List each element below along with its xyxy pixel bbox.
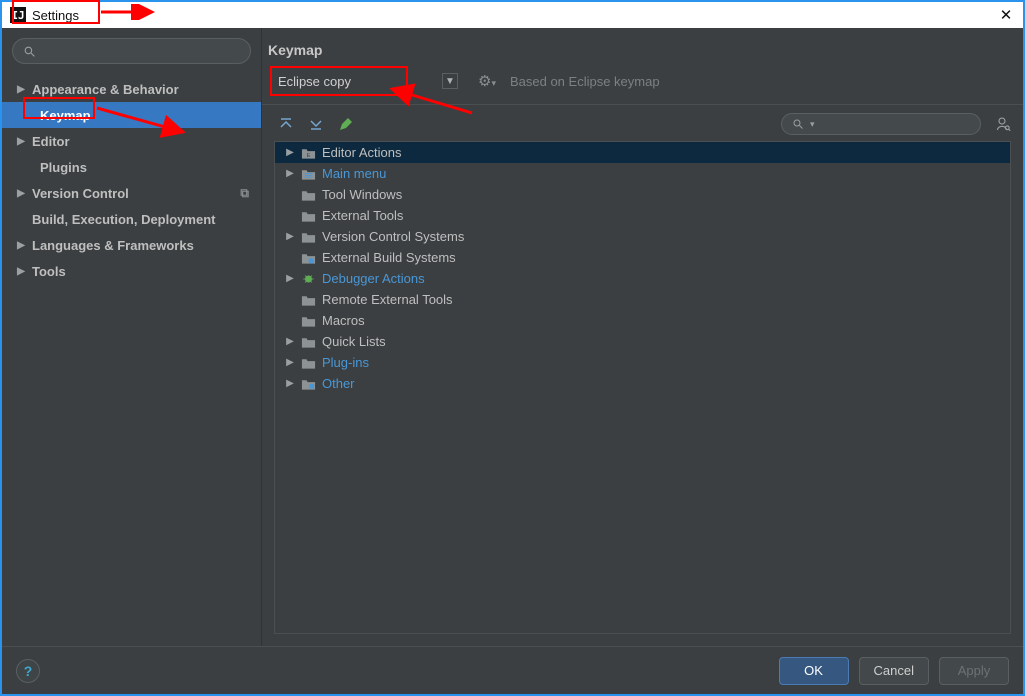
folder-icon: [301, 230, 316, 244]
collapse-all-icon[interactable]: [308, 116, 324, 132]
sidebar-item-tools[interactable]: ▶ Tools: [2, 258, 261, 284]
folder-cog-icon: [301, 251, 316, 265]
folder-icon: [301, 293, 316, 307]
folder-icon: [301, 335, 316, 349]
app-icon: IJ: [10, 7, 26, 23]
sidebar-item-languages-frameworks[interactable]: ▶ Languages & Frameworks: [2, 232, 261, 258]
edit-icon[interactable]: [338, 116, 354, 132]
chevron-right-icon: ▶: [285, 273, 295, 284]
folder-icon: [301, 188, 316, 202]
tree-row-version-control-systems[interactable]: ▶ Version Control Systems: [275, 226, 1010, 247]
action-search-input[interactable]: ▾: [781, 113, 981, 135]
sidebar-item-version-control[interactable]: ▶ Version Control ⧉: [2, 180, 261, 206]
tree-row-macros[interactable]: Macros: [275, 310, 1010, 331]
folder-menu-icon: [301, 167, 316, 181]
ok-button[interactable]: OK: [779, 657, 849, 685]
chevron-right-icon: ▶: [285, 168, 295, 179]
tree-row-quick-lists[interactable]: ▶ Quick Lists: [275, 331, 1010, 352]
sidebar-search-input[interactable]: [12, 38, 251, 64]
sidebar-item-label: Appearance & Behavior: [32, 82, 179, 97]
chevron-right-icon: ▶: [16, 240, 26, 251]
keymap-scheme-value: Eclipse copy: [278, 74, 351, 89]
search-icon: [23, 45, 36, 58]
help-button[interactable]: ?: [16, 659, 40, 683]
sidebar-item-keymap[interactable]: Keymap: [2, 102, 261, 128]
chevron-down-icon: ▼: [442, 73, 458, 89]
sidebar-item-label: Editor: [32, 134, 70, 149]
folder-icon: [301, 356, 316, 370]
tree-row-label: Plug-ins: [322, 355, 369, 370]
window-title: Settings: [32, 8, 79, 23]
sidebar-item-build-execution-deployment[interactable]: Build, Execution, Deployment: [2, 206, 261, 232]
chevron-right-icon: ▶: [16, 188, 26, 199]
tree-row-label: Tool Windows: [322, 187, 402, 202]
tree-row-editor-actions[interactable]: ▶ E Editor Actions: [275, 142, 1010, 163]
actions-tree[interactable]: ▶ E Editor Actions ▶ Main menu Tool Windows Ex…: [274, 141, 1011, 634]
page-title: Keymap: [262, 28, 1023, 62]
settings-sidebar: ▶ Appearance & Behavior Keymap ▶ Editor Plugi…: [2, 28, 262, 646]
tree-row-label: Remote External Tools: [322, 292, 453, 307]
tree-row-label: Macros: [322, 313, 365, 328]
keymap-scheme-combobox[interactable]: Eclipse copy ▼: [268, 68, 464, 94]
chevron-right-icon: ▶: [285, 378, 295, 389]
sidebar-item-label: Languages & Frameworks: [32, 238, 194, 253]
folder-icon: [301, 209, 316, 223]
chevron-right-icon: ▶: [16, 84, 26, 95]
sidebar-item-label: Build, Execution, Deployment: [32, 212, 215, 227]
project-icon: ⧉: [240, 186, 249, 201]
apply-button[interactable]: Apply: [939, 657, 1009, 685]
chevron-right-icon: ▶: [16, 266, 26, 277]
tree-row-label: Version Control Systems: [322, 229, 464, 244]
tree-row-label: Main menu: [322, 166, 386, 181]
tree-row-external-tools[interactable]: External Tools: [275, 205, 1010, 226]
sidebar-item-appearance-behavior[interactable]: ▶ Appearance & Behavior: [2, 76, 261, 102]
chevron-right-icon: ▶: [285, 231, 295, 242]
tree-row-external-build-systems[interactable]: External Build Systems: [275, 247, 1010, 268]
sidebar-item-plugins[interactable]: Plugins: [2, 154, 261, 180]
based-on-label: Based on Eclipse keymap: [510, 74, 660, 89]
bug-icon: [301, 272, 316, 286]
tree-row-label: External Tools: [322, 208, 403, 223]
folder-code-icon: E: [301, 146, 316, 160]
folder-other-icon: [301, 377, 316, 391]
chevron-right-icon: ▶: [285, 357, 295, 368]
tree-row-remote-external-tools[interactable]: Remote External Tools: [275, 289, 1010, 310]
sidebar-item-editor[interactable]: ▶ Editor: [2, 128, 261, 154]
tree-row-label: Quick Lists: [322, 334, 386, 349]
tree-row-other[interactable]: ▶ Other: [275, 373, 1010, 394]
search-icon: [792, 118, 804, 130]
cancel-button[interactable]: Cancel: [859, 657, 929, 685]
tree-row-label: Editor Actions: [322, 145, 402, 160]
window-close-button[interactable]: ✕: [997, 6, 1015, 24]
sidebar-item-label: Plugins: [40, 160, 87, 175]
tree-row-plug-ins[interactable]: ▶ Plug-ins: [275, 352, 1010, 373]
chevron-right-icon: ▶: [285, 147, 295, 158]
svg-text:E: E: [307, 152, 311, 158]
find-by-shortcut-icon[interactable]: [993, 115, 1011, 133]
sidebar-item-label: Tools: [32, 264, 66, 279]
tree-row-main-menu[interactable]: ▶ Main menu: [275, 163, 1010, 184]
chevron-right-icon: ▶: [16, 136, 26, 147]
gear-icon[interactable]: ⚙▾: [478, 72, 496, 90]
chevron-right-icon: ▶: [285, 336, 295, 347]
tree-row-label: External Build Systems: [322, 250, 456, 265]
tree-row-label: Debugger Actions: [322, 271, 425, 286]
expand-all-icon[interactable]: [278, 116, 294, 132]
sidebar-item-label: Keymap: [40, 108, 91, 123]
tree-row-label: Other: [322, 376, 355, 391]
sidebar-item-label: Version Control: [32, 186, 129, 201]
tree-row-tool-windows[interactable]: Tool Windows: [275, 184, 1010, 205]
folder-icon: [301, 314, 316, 328]
tree-row-debugger-actions[interactable]: ▶ Debugger Actions: [275, 268, 1010, 289]
